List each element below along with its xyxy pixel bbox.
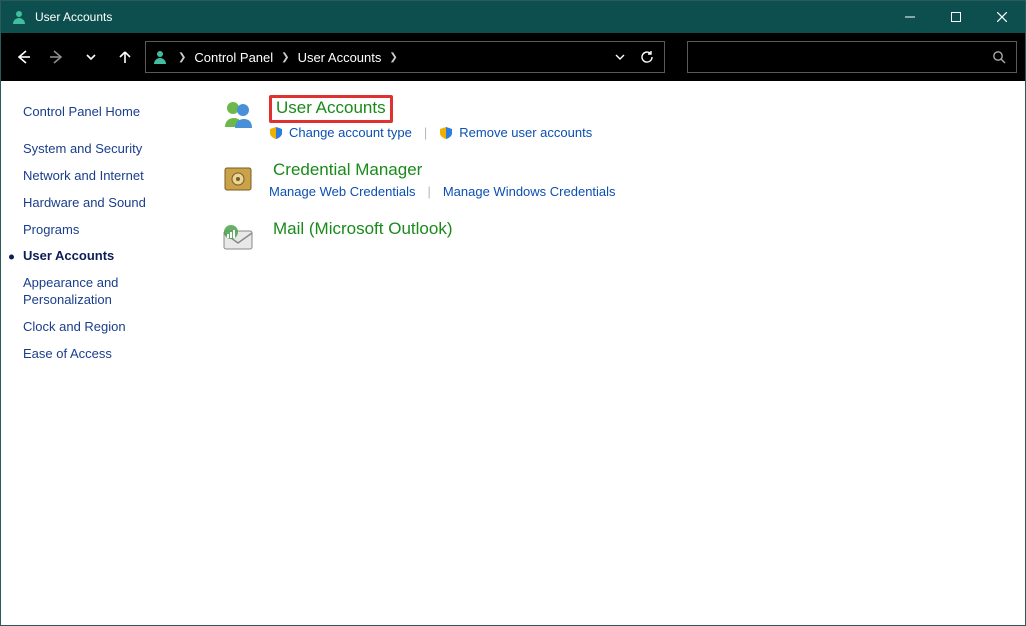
user-icon xyxy=(152,49,168,65)
shield-icon xyxy=(439,126,453,140)
category-mail: Mail (Microsoft Outlook) xyxy=(221,219,1005,255)
divider: | xyxy=(419,184,438,199)
sidebar-item-user-accounts[interactable]: User Accounts xyxy=(23,243,191,270)
chevron-down-icon[interactable] xyxy=(614,51,626,63)
user-icon xyxy=(11,9,27,25)
breadcrumb-root[interactable]: Control Panel xyxy=(192,50,275,65)
main-panel: User Accounts Change account type | Remo… xyxy=(201,81,1025,625)
back-button[interactable] xyxy=(9,43,37,71)
sidebar-item-clock-region[interactable]: Clock and Region xyxy=(23,314,191,341)
vault-icon xyxy=(221,162,255,196)
people-icon xyxy=(221,97,255,131)
link-remove-user-accounts[interactable]: Remove user accounts xyxy=(459,125,592,140)
sidebar-item-system-security[interactable]: System and Security xyxy=(23,136,191,163)
divider: | xyxy=(416,125,435,140)
window-title: User Accounts xyxy=(35,10,112,24)
search-icon xyxy=(992,50,1006,64)
category-title-user-accounts[interactable]: User Accounts xyxy=(269,95,393,123)
close-button[interactable] xyxy=(979,1,1025,33)
sidebar: Control Panel Home System and Security N… xyxy=(1,81,201,625)
link-manage-windows-credentials[interactable]: Manage Windows Credentials xyxy=(443,184,616,199)
search-input[interactable] xyxy=(687,41,1017,73)
link-change-account-type[interactable]: Change account type xyxy=(289,125,412,140)
sidebar-item-hardware-sound[interactable]: Hardware and Sound xyxy=(23,190,191,217)
titlebar: User Accounts xyxy=(1,1,1025,33)
sidebar-item-appearance[interactable]: Appearance and Personalization xyxy=(23,270,191,314)
address-bar[interactable]: ❯ Control Panel ❯ User Accounts ❯ xyxy=(145,41,665,73)
sidebar-home[interactable]: Control Panel Home xyxy=(23,99,191,126)
forward-button[interactable] xyxy=(43,43,71,71)
content-area: Control Panel Home System and Security N… xyxy=(1,81,1025,625)
recent-locations-button[interactable] xyxy=(77,43,105,71)
breadcrumb-current[interactable]: User Accounts xyxy=(296,50,384,65)
chevron-right-icon[interactable]: ❯ xyxy=(383,52,403,63)
toolbar: ❯ Control Panel ❯ User Accounts ❯ xyxy=(1,33,1025,81)
shield-icon xyxy=(269,126,283,140)
link-manage-web-credentials[interactable]: Manage Web Credentials xyxy=(269,184,415,199)
maximize-button[interactable] xyxy=(933,1,979,33)
refresh-icon[interactable] xyxy=(640,50,654,64)
sidebar-item-network-internet[interactable]: Network and Internet xyxy=(23,163,191,190)
category-title-mail[interactable]: Mail (Microsoft Outlook) xyxy=(269,219,456,241)
mail-icon xyxy=(221,221,255,255)
category-user-accounts: User Accounts Change account type | Remo… xyxy=(221,95,1005,140)
up-button[interactable] xyxy=(111,43,139,71)
category-title-credential-manager[interactable]: Credential Manager xyxy=(269,160,426,182)
minimize-button[interactable] xyxy=(887,1,933,33)
chevron-right-icon[interactable]: ❯ xyxy=(275,52,295,63)
category-credential-manager: Credential Manager Manage Web Credential… xyxy=(221,160,1005,199)
sidebar-item-programs[interactable]: Programs xyxy=(23,217,191,244)
sidebar-item-ease-access[interactable]: Ease of Access xyxy=(23,341,191,368)
chevron-right-icon[interactable]: ❯ xyxy=(172,52,192,63)
